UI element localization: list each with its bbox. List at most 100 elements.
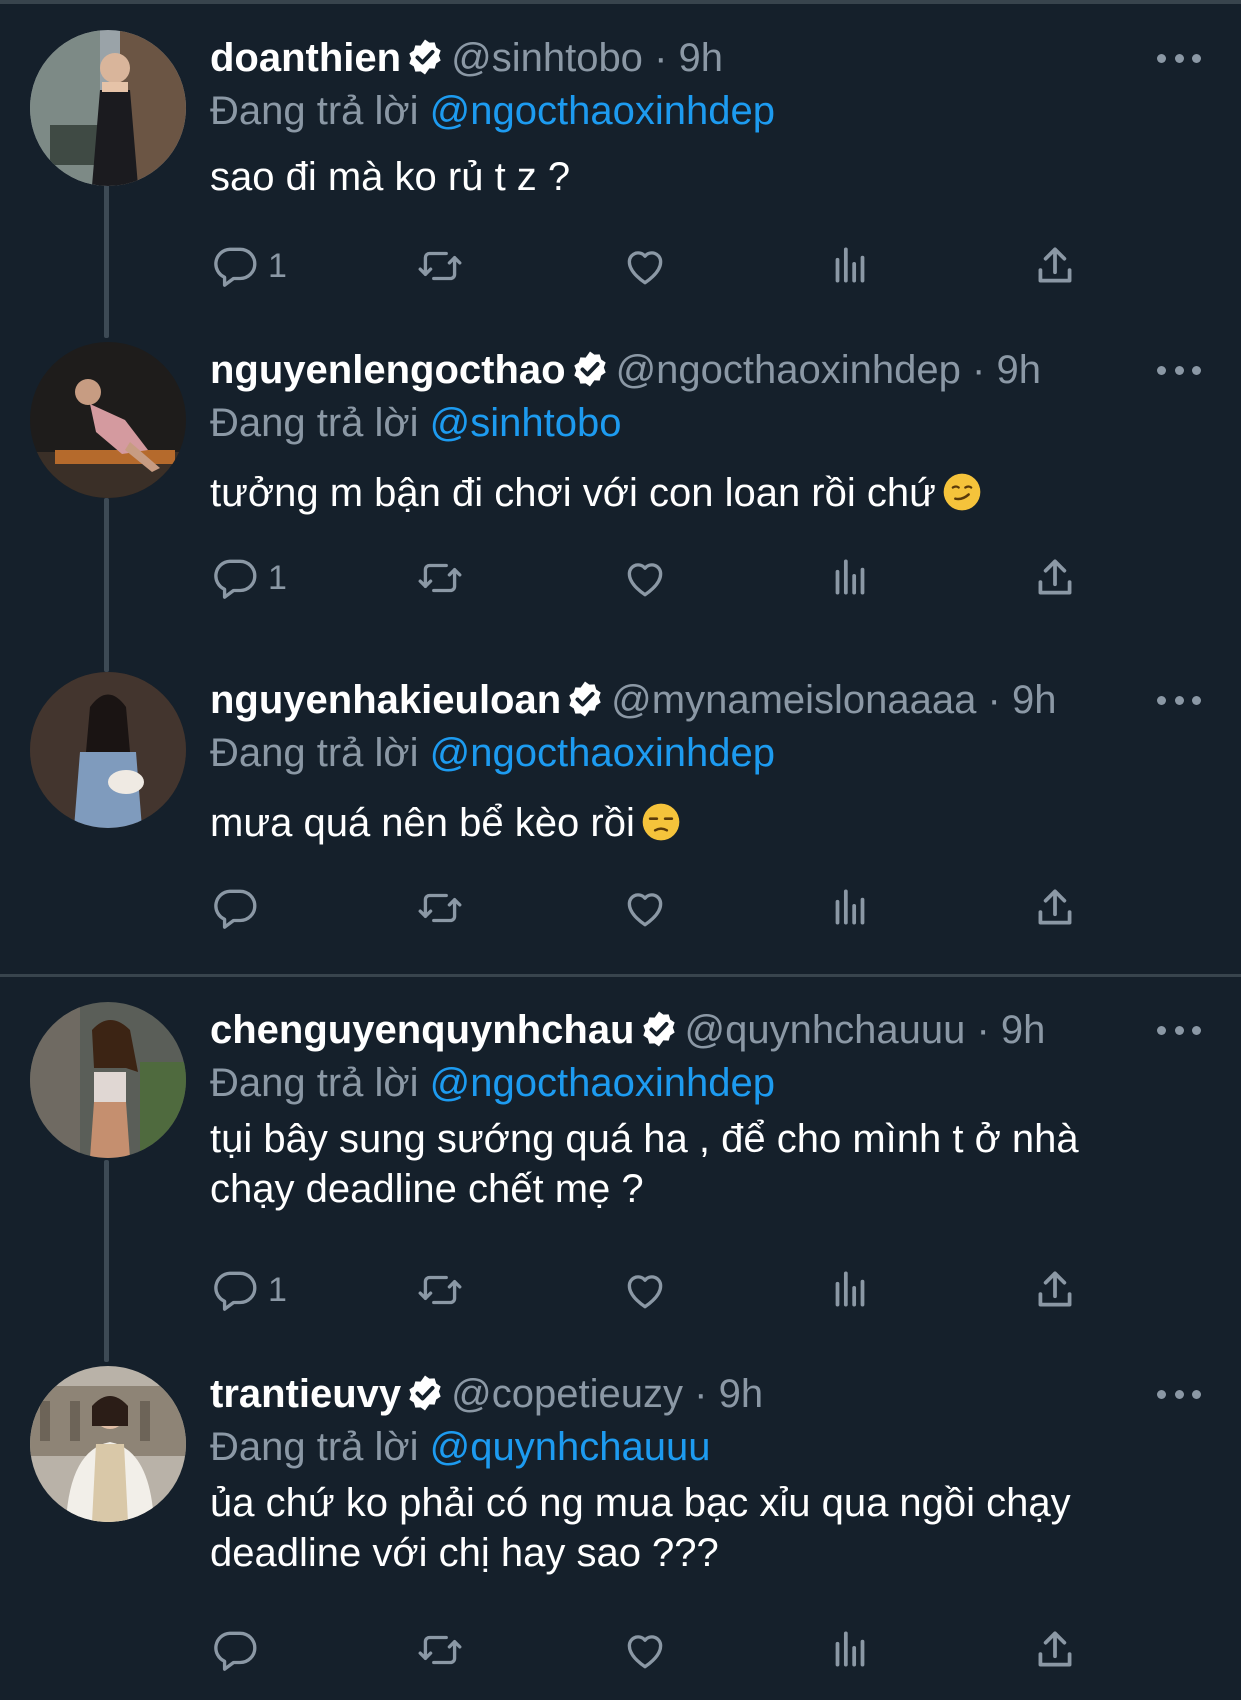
retweet-button[interactable] [415,548,465,608]
replying-to: Đang trả lời @quynhchauuu [210,1422,1201,1472]
replying-to-label: Đang trả lời [210,89,419,133]
reply-mention-link[interactable]: @ngocthaoxinhdep [430,1061,775,1105]
reply-icon [210,1265,260,1315]
avatar[interactable] [30,1366,186,1522]
thread-connector-line [104,1160,109,1362]
retweet-icon [415,1265,465,1315]
reply-mention-link[interactable]: @ngocthaoxinhdep [430,731,775,775]
timestamp[interactable]: 9h [996,348,1041,392]
share-button[interactable] [1030,236,1080,296]
replying-to-label: Đang trả lời [210,401,419,445]
retweet-button[interactable] [415,1260,465,1320]
views-button[interactable] [825,878,875,938]
like-button[interactable] [620,548,670,608]
reply-button[interactable]: 1 [210,1260,287,1320]
like-button[interactable] [620,1260,670,1320]
replying-to: Đang trả lời @ngocthaoxinhdep [210,1058,1201,1108]
avatar[interactable] [30,342,186,498]
retweet-icon [415,1625,465,1675]
share-button[interactable] [1030,878,1080,938]
avatar[interactable] [30,30,186,186]
reply-icon [210,553,260,603]
separator: · [972,348,986,392]
tweet-actions: 1 [210,1260,1090,1320]
like-icon [620,241,670,291]
more-options-icon[interactable] [1157,30,1201,86]
separator: · [694,1372,708,1416]
unamused-emoji-icon [641,802,681,842]
timestamp[interactable]: 9h [679,36,724,80]
separator: · [654,36,668,80]
handle[interactable]: @quynhchauuu [685,1008,966,1052]
tweet-actions: 1 [210,236,1090,296]
display-name[interactable]: doanthien [210,36,401,80]
display-name[interactable]: nguyenlengocthao [210,348,566,392]
tweet-header: chenguyenquynhchau @quynhchauuu · 9h [210,1002,1201,1058]
tweet-text: ủa chứ ko phải có ng mua bạc xỉu qua ngồ… [210,1478,1201,1578]
tweet-text-line: tưởng m bận đi chơi với con loan rồi chứ [210,468,1201,518]
like-button[interactable] [620,1620,670,1680]
handle[interactable]: @mynameislonaaaa [611,678,976,722]
like-icon [620,883,670,933]
display-name[interactable]: trantieuvy [210,1372,401,1416]
share-icon [1030,1625,1080,1675]
timestamp[interactable]: 9h [1012,678,1057,722]
retweet-icon [415,241,465,291]
reply-count: 1 [268,246,287,285]
display-name[interactable]: chenguyenquynhchau [210,1008,635,1052]
reply-button[interactable] [210,1620,268,1680]
display-name[interactable]: nguyenhakieuloan [210,678,561,722]
views-button[interactable] [825,1620,875,1680]
more-options-icon[interactable] [1157,672,1201,728]
retweet-icon [415,553,465,603]
tweet-text: mưa quá nên bể kèo rồi [210,798,1201,848]
handle[interactable]: @ngocthaoxinhdep [616,348,961,392]
like-icon [620,553,670,603]
avatar[interactable] [30,1002,186,1158]
replying-to: Đang trả lời @ngocthaoxinhdep [210,728,1201,778]
retweet-button[interactable] [415,1620,465,1680]
share-icon [1030,1265,1080,1315]
more-options-icon[interactable] [1157,1002,1201,1058]
replying-to: Đang trả lời @ngocthaoxinhdep [210,86,1201,136]
timestamp[interactable]: 9h [1001,1008,1046,1052]
verified-badge-icon [570,348,610,388]
reply-button[interactable] [210,878,268,938]
handle[interactable]: @copetieuzy [451,1372,683,1416]
thread-connector-line [104,498,109,672]
like-icon [620,1265,670,1315]
reply-button[interactable]: 1 [210,236,287,296]
tweet-header: doanthien @sinhtobo · 9h [210,30,1201,86]
like-button[interactable] [620,236,670,296]
reply-button[interactable]: 1 [210,548,287,608]
tweet-text: tưởng m bận đi chơi với con loan rồi chứ [210,468,1201,518]
verified-badge-icon [405,36,445,76]
reply-mention-link[interactable]: @sinhtobo [430,401,622,445]
views-icon [825,241,875,291]
share-button[interactable] [1030,1260,1080,1320]
views-button[interactable] [825,236,875,296]
retweet-button[interactable] [415,236,465,296]
verified-badge-icon [565,678,605,718]
tweet-actions [210,878,1090,938]
reply-mention-link[interactable]: @ngocthaoxinhdep [430,89,775,133]
top-divider [0,0,1241,4]
reply-mention-link[interactable]: @quynhchauuu [430,1425,711,1469]
reply-icon [210,1625,260,1675]
tweet-text-line: tụi bây sung sướng quá ha , để cho mình … [210,1117,1079,1161]
replying-to-label: Đang trả lời [210,731,419,775]
like-button[interactable] [620,878,670,938]
more-options-icon[interactable] [1157,1366,1201,1422]
tweet-header: trantieuvy @copetieuzy · 9h [210,1366,1201,1422]
verified-badge-icon [405,1372,445,1412]
more-options-icon[interactable] [1157,342,1201,398]
share-button[interactable] [1030,1620,1080,1680]
handle[interactable]: @sinhtobo [451,36,643,80]
views-button[interactable] [825,548,875,608]
thread-connector-line [104,180,109,338]
share-button[interactable] [1030,548,1080,608]
views-button[interactable] [825,1260,875,1320]
avatar[interactable] [30,672,186,828]
timestamp[interactable]: 9h [719,1372,764,1416]
retweet-button[interactable] [415,878,465,938]
